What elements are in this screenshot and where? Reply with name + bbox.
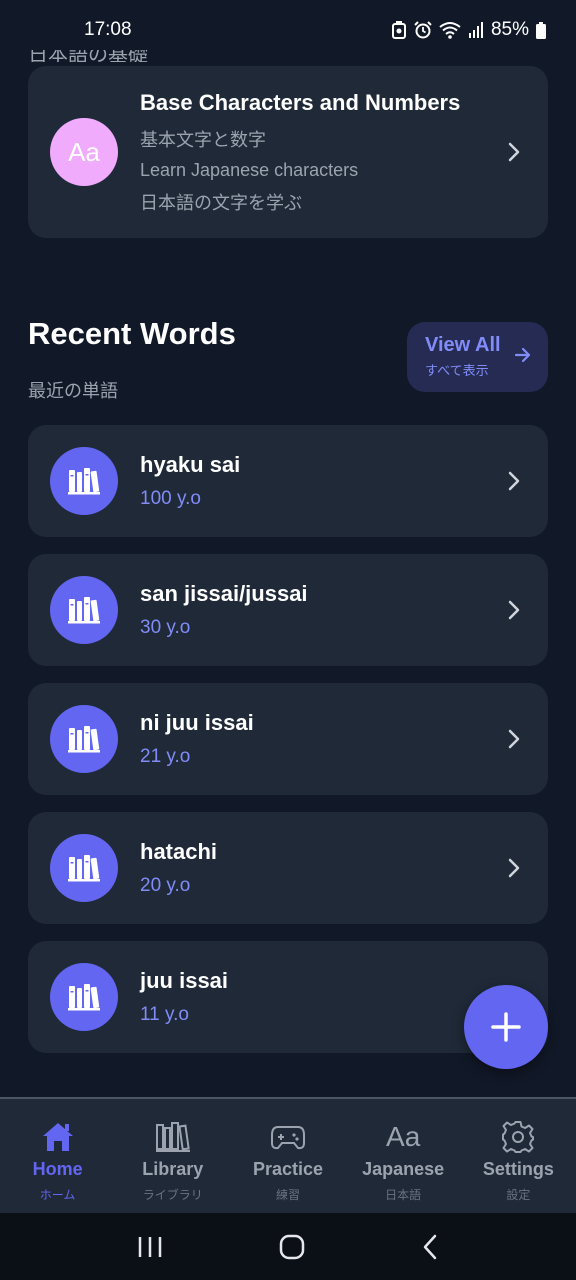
- book-avatar: [50, 834, 118, 902]
- word-text: hatachi 20 y.o: [140, 839, 548, 897]
- add-word-button[interactable]: [464, 985, 548, 1069]
- book-avatar: [50, 447, 118, 515]
- battery-percent: 85%: [490, 19, 529, 40]
- recents-icon[interactable]: [137, 1235, 163, 1259]
- word-card[interactable]: hyaku sai 100 y.o: [28, 425, 548, 537]
- card-description: Learn Japanese characters: [140, 159, 359, 180]
- nav-japanese[interactable]: Aa Japanese 日本語: [346, 1119, 461, 1213]
- nav-label: Home: [32, 1159, 83, 1179]
- status-time: 17:08: [84, 19, 132, 40]
- word-meaning: 100 y.o: [140, 488, 201, 509]
- book-avatar: [50, 576, 118, 644]
- wifi-icon: [439, 22, 461, 39]
- avatar-text: Aa: [68, 136, 100, 167]
- word-card[interactable]: san jissai/jussai 30 y.o: [28, 554, 548, 666]
- nav-library[interactable]: Library ライブラリ: [115, 1119, 230, 1213]
- nav-sub: ホーム: [39, 1188, 76, 1202]
- battery-icon: [536, 21, 546, 39]
- system-nav-bar: [0, 1213, 576, 1280]
- home-icon: [42, 1123, 73, 1151]
- recent-words-title: Recent Words: [28, 316, 236, 351]
- chevron-right-icon: [508, 729, 520, 749]
- view-all-button[interactable]: View All すべて表示: [407, 322, 548, 392]
- gear-icon: [502, 1121, 535, 1153]
- books-icon: [68, 984, 100, 1011]
- base-characters-card[interactable]: Aa Base Characters and Numbers 基本文字と数字 L…: [28, 66, 548, 238]
- arrow-right-icon: [514, 347, 531, 363]
- word-meaning: 20 y.o: [140, 875, 191, 896]
- card-text: Base Characters and Numbers 基本文字と数字 Lear…: [140, 90, 548, 215]
- word-text: hyaku sai 100 y.o: [140, 452, 548, 510]
- status-icons: 85%: [391, 19, 546, 41]
- nav-sub: 練習: [275, 1188, 300, 1202]
- bottom-nav: Home ホーム Library ライブラリ Practice 練習 Aa Ja…: [0, 1097, 576, 1213]
- chevron-right-icon: [508, 142, 520, 162]
- library-icon: [155, 1122, 190, 1152]
- recent-words-subtitle: 最近の単語: [28, 381, 118, 401]
- word-meaning: 21 y.o: [140, 746, 191, 767]
- card-title: Base Characters and Numbers: [140, 89, 461, 115]
- books-icon: [68, 597, 100, 624]
- aa-avatar: Aa: [50, 118, 118, 186]
- word-card[interactable]: hatachi 20 y.o: [28, 812, 548, 924]
- books-icon: [68, 726, 100, 753]
- aa-icon: Aa: [386, 1121, 421, 1152]
- alarm-icon: [414, 21, 432, 39]
- signal-icon: [468, 22, 483, 38]
- nav-label: Library: [142, 1159, 204, 1179]
- card-description-ja: 日本語の文字を学ぶ: [140, 192, 302, 213]
- plus-icon: [491, 1012, 521, 1042]
- chevron-right-icon: [508, 858, 520, 878]
- books-icon: [68, 468, 100, 495]
- gamepad-icon: [270, 1126, 305, 1150]
- book-avatar: [50, 705, 118, 773]
- nav-practice[interactable]: Practice 練習: [230, 1119, 345, 1213]
- nav-home[interactable]: Home ホーム: [0, 1119, 115, 1213]
- word-meaning: 30 y.o: [140, 617, 191, 638]
- back-icon[interactable]: [421, 1234, 439, 1260]
- nav-label: Japanese: [362, 1159, 445, 1179]
- chevron-right-icon: [508, 471, 520, 491]
- word-card[interactable]: ni juu issai 21 y.o: [28, 683, 548, 795]
- battery-saver-icon: [391, 21, 406, 39]
- word-title: ni juu issai: [140, 710, 254, 735]
- home-circle-icon[interactable]: [278, 1233, 306, 1261]
- nav-sub: 日本語: [385, 1188, 422, 1202]
- card-subtitle-ja: 基本文字と数字: [140, 129, 266, 150]
- word-text: san jissai/jussai 30 y.o: [140, 581, 548, 639]
- nav-sub: 設定: [506, 1188, 531, 1202]
- books-icon: [68, 855, 100, 882]
- nav-label: Practice: [252, 1159, 323, 1179]
- nav-label: Settings: [482, 1159, 554, 1179]
- nav-settings[interactable]: Settings 設定: [461, 1119, 576, 1213]
- word-title: hatachi: [140, 839, 218, 864]
- chevron-right-icon: [508, 600, 520, 620]
- book-avatar: [50, 963, 118, 1031]
- word-text: ni juu issai 21 y.o: [140, 710, 548, 768]
- word-title: hyaku sai: [140, 452, 241, 477]
- word-title: san jissai/jussai: [140, 581, 308, 606]
- nav-sub: ライブラリ: [142, 1188, 203, 1202]
